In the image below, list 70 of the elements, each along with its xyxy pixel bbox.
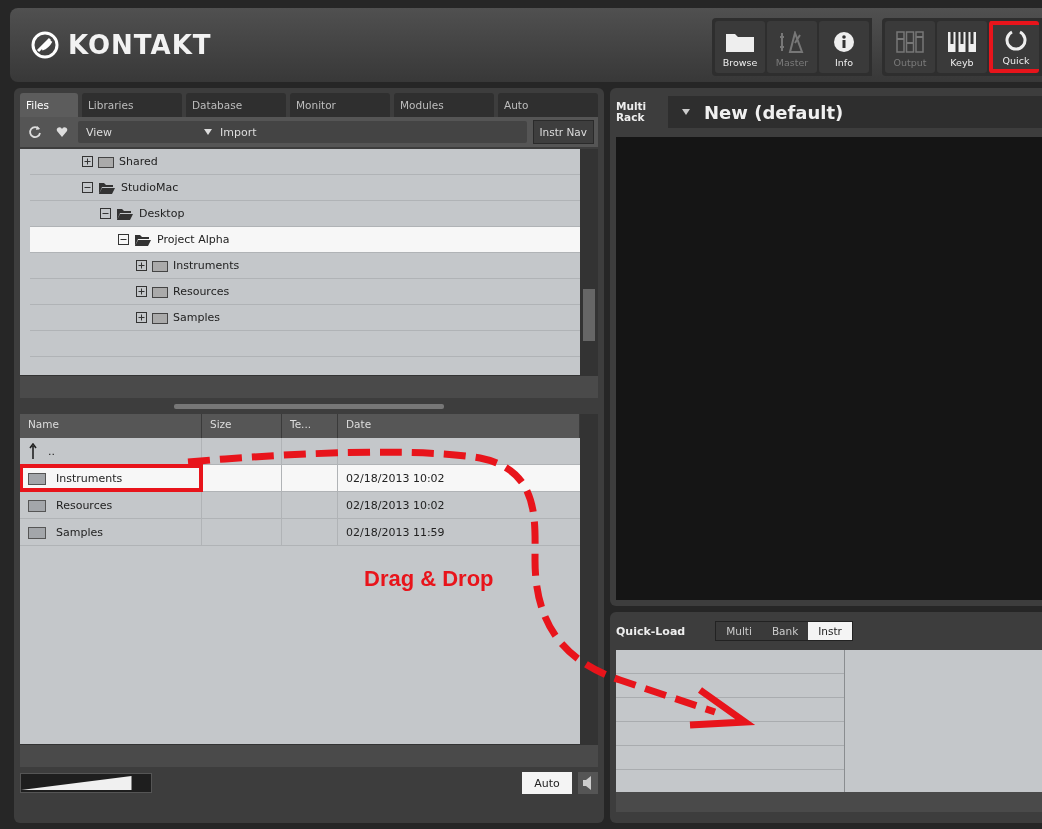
browser-tab[interactable]: Files <box>20 93 78 117</box>
info-tool-button[interactable]: Info <box>819 21 869 73</box>
up-arrow-icon <box>28 443 38 459</box>
tree-item[interactable]: Project Alpha <box>30 227 580 253</box>
splitter-handle[interactable] <box>174 403 444 409</box>
ring-icon <box>1005 29 1027 51</box>
faders-icon <box>895 31 925 53</box>
tree-item[interactable]: Resources <box>30 279 580 305</box>
browser-tab[interactable]: Auto <box>498 93 598 117</box>
folder-icon <box>152 311 168 324</box>
horizontal-scrollbar[interactable] <box>616 792 1042 812</box>
folder-icon <box>98 155 114 168</box>
tree-item[interactable]: Samples <box>30 305 580 331</box>
column-header[interactable]: Size <box>202 414 282 438</box>
expander-icon <box>100 208 111 219</box>
rack-label: Multi Rack <box>616 101 648 123</box>
folder-icon <box>725 31 755 53</box>
browser-tab[interactable]: Database <box>186 93 286 117</box>
open-folder-icon <box>134 233 152 246</box>
refresh-icon[interactable] <box>28 125 42 139</box>
expander-icon <box>136 260 147 271</box>
expander-icon <box>82 182 93 193</box>
preset-dropdown[interactable]: New (default) <box>668 96 1042 128</box>
folder-icon <box>28 471 46 485</box>
caret-icon <box>204 129 212 135</box>
quick-load-tab[interactable]: Instr <box>808 622 852 640</box>
horizontal-scrollbar[interactable] <box>20 744 598 767</box>
folder-icon <box>28 525 46 539</box>
quick-load-tab[interactable]: Bank <box>761 622 809 640</box>
expander-icon <box>118 234 129 245</box>
keyboard-tool-button[interactable]: Keyb <box>937 21 987 73</box>
quick-tool-button[interactable]: Quick <box>989 21 1039 73</box>
horizontal-scrollbar[interactable] <box>20 375 598 398</box>
auto-button[interactable]: Auto <box>522 772 572 794</box>
expander-icon <box>136 286 147 297</box>
folder-icon <box>152 285 168 298</box>
view-dropdown[interactable]: View Import <box>78 121 527 143</box>
open-folder-icon <box>98 181 116 194</box>
quick-load-title: Quick-Load <box>616 624 686 638</box>
quick-load-tab[interactable]: Multi <box>716 622 762 640</box>
file-row[interactable]: Samples 02/18/2013 11:59 <box>20 519 580 546</box>
logo-icon <box>30 30 60 60</box>
annotation-label: Drag & Drop <box>364 566 494 592</box>
tree-item[interactable]: Instruments <box>30 253 580 279</box>
instr-nav-button[interactable]: Instr Nav <box>532 120 594 144</box>
file-row[interactable]: Resources 02/18/2013 10:02 <box>20 492 580 519</box>
speaker-icon[interactable] <box>578 772 598 794</box>
expander-icon <box>82 156 93 167</box>
column-header[interactable]: Name <box>20 414 202 438</box>
caret-icon <box>682 109 690 115</box>
browser-tab[interactable]: Monitor <box>290 93 390 117</box>
tree-item[interactable]: StudioMac <box>30 175 580 201</box>
folder-icon <box>152 259 168 272</box>
folder-icon <box>28 498 46 512</box>
file-row[interactable]: Instruments 02/18/2013 10:02 <box>20 465 580 492</box>
vertical-scrollbar[interactable] <box>580 414 598 744</box>
folder-tool-button[interactable]: Browse <box>715 21 765 73</box>
tree-item[interactable]: Shared <box>30 149 580 175</box>
expander-icon <box>136 312 147 323</box>
volume-slider[interactable] <box>20 773 152 793</box>
info-icon <box>833 31 855 53</box>
heart-icon[interactable] <box>56 126 68 138</box>
browser-tab[interactable]: Libraries <box>82 93 182 117</box>
column-header[interactable]: Te... <box>282 414 338 438</box>
vertical-scrollbar[interactable] <box>580 149 598 375</box>
scrollbar-thumb[interactable] <box>583 289 595 341</box>
piano-keys-icon <box>947 31 977 53</box>
open-folder-icon <box>116 207 134 220</box>
browser-tab[interactable]: Modules <box>394 93 494 117</box>
logo-text: KONTAKT <box>68 30 212 60</box>
